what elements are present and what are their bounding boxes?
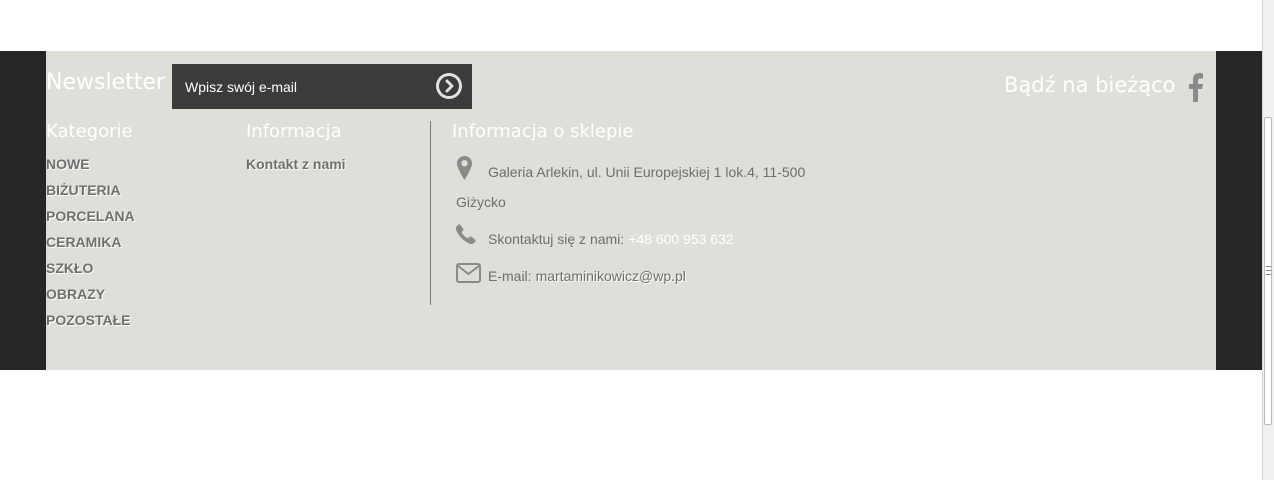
list-item: NOWE	[46, 156, 135, 182]
categories-title: Kategorie	[46, 121, 133, 142]
newsletter-email-input[interactable]	[172, 64, 422, 109]
category-link-obrazy[interactable]: OBRAZY	[46, 286, 105, 302]
list-item: SZKŁO	[46, 260, 135, 286]
store-info-title: Informacja o sklepie	[452, 121, 634, 142]
category-link-ceramika[interactable]: CERAMIKA	[46, 234, 121, 250]
phone-number[interactable]: +48 600 953 632	[628, 231, 734, 247]
newsletter-title: Newsletter	[46, 70, 165, 95]
phone-label: Skontaktuj się z nami:	[488, 231, 625, 247]
category-link-bizuteria[interactable]: BIŻUTERIA	[46, 182, 121, 198]
store-address-line2: Giżycko	[456, 194, 506, 210]
information-title: Informacja	[246, 121, 342, 142]
phone-icon	[456, 224, 476, 244]
email-row: E-mail: martaminikowicz@wp.pl	[488, 268, 686, 284]
newsletter-form	[172, 64, 472, 109]
facebook-icon[interactable]	[1186, 72, 1204, 102]
social-title: Bądź na bieżąco	[1004, 73, 1176, 97]
list-item: BIŻUTERIA	[46, 182, 135, 208]
phone-row: Skontaktuj się z nami: +48 600 953 632	[488, 231, 734, 247]
category-link-nowe[interactable]: NOWE	[46, 156, 90, 172]
category-link-pozostale[interactable]: POZOSTAŁE	[46, 312, 131, 328]
list-item: POZOSTAŁE	[46, 312, 135, 338]
category-link-szklo[interactable]: SZKŁO	[46, 260, 93, 276]
arrow-right-circle-icon	[439, 76, 459, 96]
newsletter-submit-button[interactable]	[436, 73, 462, 99]
store-address-line1: Galeria Arlekin, ul. Unii Europejskiej 1…	[488, 164, 806, 180]
category-list: NOWE BIŻUTERIA PORCELANA CERAMIKA SZKŁO …	[46, 156, 135, 338]
email-link[interactable]: martaminikowicz@wp.pl	[536, 268, 686, 284]
envelope-icon	[456, 263, 481, 283]
contact-link[interactable]: Kontakt z nami	[246, 156, 346, 172]
map-marker-icon	[457, 156, 472, 180]
footer-band: Newsletter Bądź na bieżąco Kategorie NOW…	[0, 51, 1262, 370]
list-item: CERAMIKA	[46, 234, 135, 260]
scrollbar-grip-icon	[1266, 266, 1271, 275]
list-item: OBRAZY	[46, 286, 135, 312]
list-item: PORCELANA	[46, 208, 135, 234]
category-link-porcelana[interactable]: PORCELANA	[46, 208, 135, 224]
email-label: E-mail:	[488, 268, 532, 284]
column-divider	[430, 121, 431, 305]
footer: Newsletter Bądź na bieżąco Kategorie NOW…	[46, 51, 1216, 370]
